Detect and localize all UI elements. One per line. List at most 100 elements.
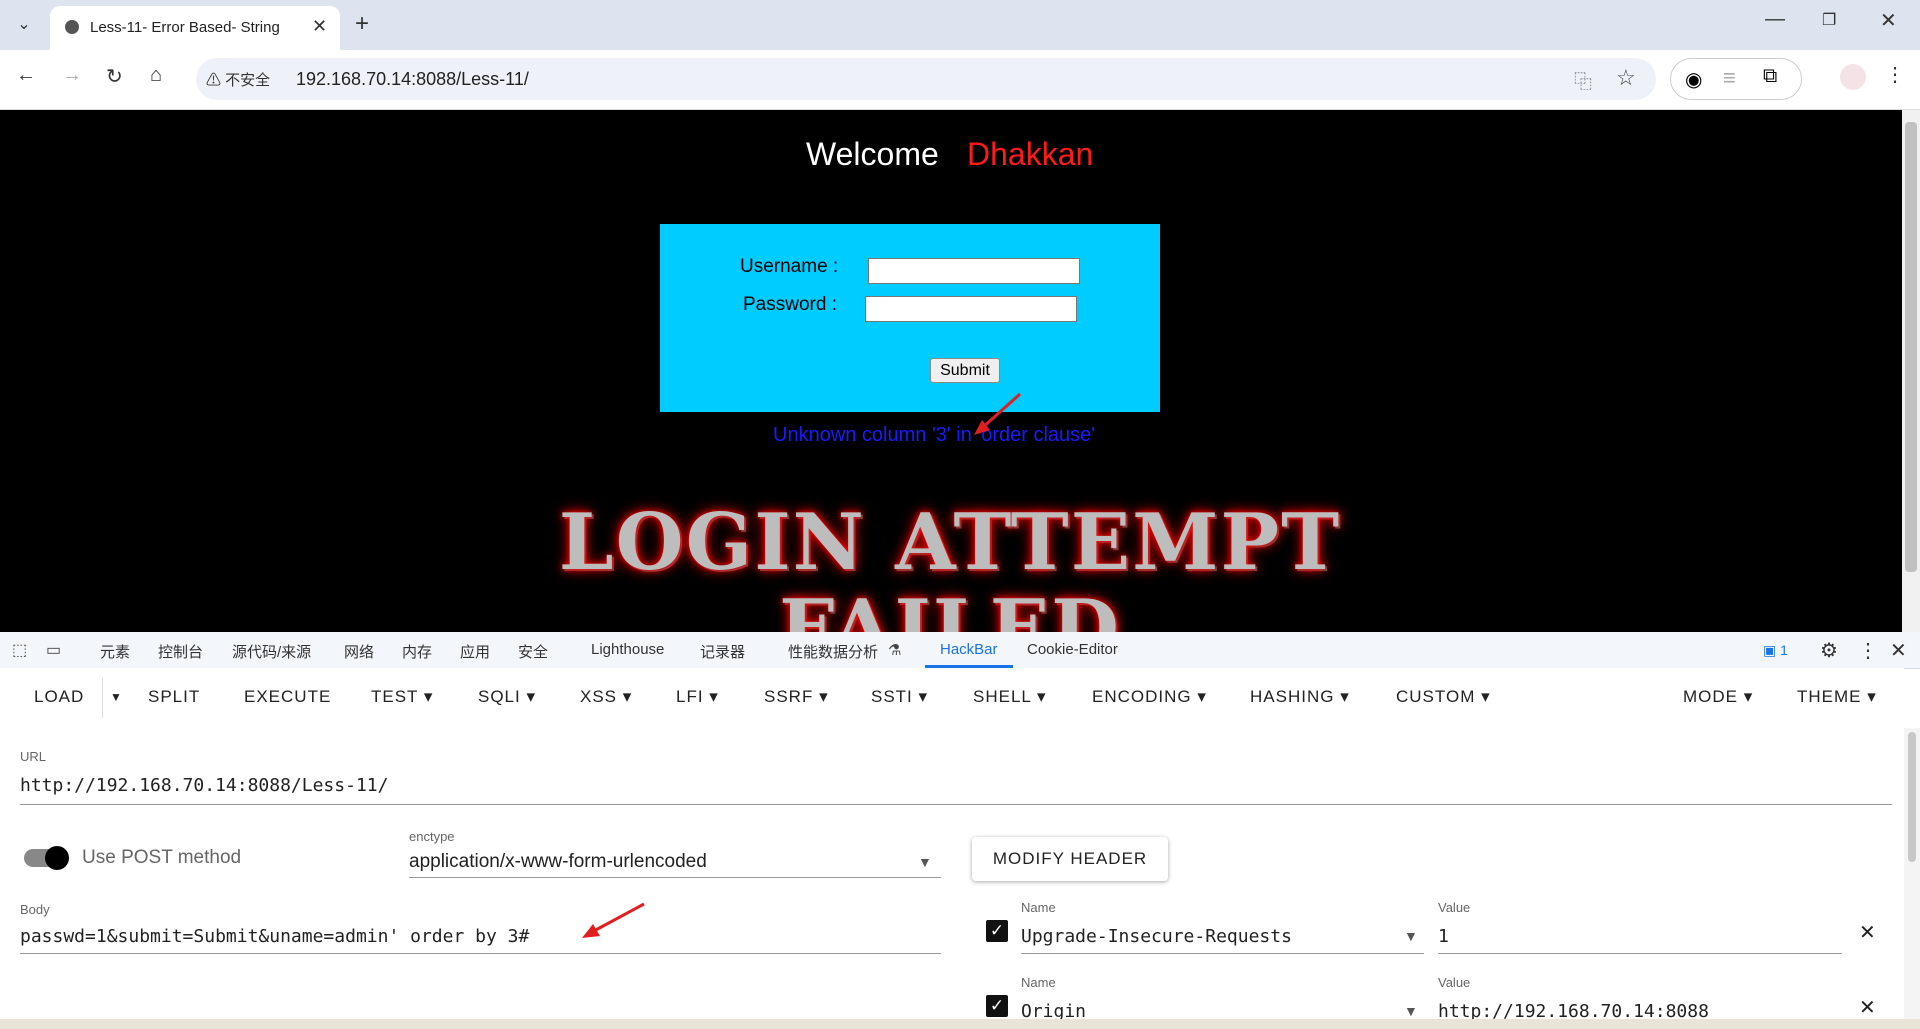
ssti-label: SSTI [871, 687, 913, 706]
forward-icon[interactable]: → [62, 64, 82, 87]
sqli-menu[interactable]: SQLI ▾ [478, 687, 536, 707]
navigation-bar: ← → ↻ ⌂ ⚠ 不安全 192.168.70.14:8088/Less-11… [0, 50, 1920, 110]
menu-lines-icon[interactable]: ≡ [1723, 65, 1736, 91]
tab-sources[interactable]: 源代码/来源 [232, 641, 311, 662]
tab-network[interactable]: 网络 [344, 641, 374, 662]
xss-menu[interactable]: XSS ▾ [580, 687, 632, 707]
message-count: 1 [1780, 642, 1788, 658]
lfi-menu[interactable]: LFI ▾ [676, 687, 719, 707]
security-label: 不安全 [225, 72, 271, 89]
header-name-underline [1021, 953, 1424, 954]
reload-icon[interactable]: ↻ [106, 64, 123, 89]
modify-header-button[interactable]: MODIFY HEADER [972, 837, 1168, 881]
tab-title: Less-11- Error Based- String [90, 19, 280, 36]
inspect-element-icon[interactable]: ⬚ [12, 640, 27, 660]
tab-lighthouse[interactable]: Lighthouse [591, 641, 664, 658]
more-options-icon[interactable]: ⋮ [1858, 638, 1878, 663]
tab-memory[interactable]: 内存 [402, 641, 432, 662]
hackbar-url-input[interactable]: http://192.168.70.14:8088/Less-11/ [20, 775, 388, 796]
restore-icon[interactable]: ❐ [1822, 10, 1836, 30]
header-checkbox[interactable]: ✓ [986, 995, 1008, 1017]
translate-icon[interactable]: ⿻ [1574, 68, 1592, 94]
header-value-input[interactable]: 1 [1438, 926, 1449, 947]
browser-menu-icon[interactable]: ⋮ [1885, 62, 1905, 87]
header-name-input[interactable]: Upgrade-Insecure-Requests [1021, 926, 1292, 947]
url-text[interactable]: 192.168.70.14:8088/Less-11/ [296, 69, 529, 90]
login-failed-banner: LOGIN ATTEMPT FAILED [440, 497, 1460, 633]
taskbar-strip [0, 1019, 1920, 1029]
load-button[interactable]: LOAD [34, 687, 84, 707]
device-toolbar-icon[interactable]: ▭ [46, 640, 61, 660]
puzzle-icon[interactable]: ⧉ [1763, 65, 1777, 88]
tab-application[interactable]: 应用 [460, 641, 490, 662]
home-icon[interactable]: ⌂ [150, 64, 162, 87]
lfi-label: LFI [676, 687, 704, 706]
test-menu[interactable]: TEST ▾ [371, 687, 433, 707]
custom-label: CUSTOM [1396, 687, 1476, 706]
tab-cookie-editor[interactable]: Cookie-Editor [1027, 641, 1118, 658]
remove-header-icon[interactable]: ✕ [1859, 995, 1876, 1020]
custom-menu[interactable]: CUSTOM ▾ [1396, 687, 1491, 707]
header-checkbox[interactable]: ✓ [986, 920, 1008, 942]
header-name-dropdown-icon[interactable]: ▼ [1404, 928, 1418, 944]
devtools-panel: ⬚ ▭ 元素 控制台 源代码/来源 网络 内存 应用 安全 Lighthouse… [0, 632, 1920, 1029]
window-close-icon[interactable]: ✕ [1880, 8, 1897, 33]
tab-close-icon[interactable]: ✕ [312, 16, 327, 37]
globe-icon [65, 20, 79, 34]
split-button[interactable]: SPLIT [148, 687, 200, 707]
submit-button[interactable]: Submit [930, 358, 1000, 383]
banner-line1: LOGIN ATTEMPT [558, 497, 1342, 588]
browser-tab[interactable]: Less-11- Error Based- String ✕ [50, 6, 340, 50]
tab-recorder[interactable]: 记录器 [700, 641, 745, 662]
address-bar[interactable]: ⚠ 不安全 192.168.70.14:8088/Less-11/ ⿻ ☆ [196, 58, 1656, 100]
record-icon[interactable]: ◉ [1685, 67, 1702, 92]
enctype-dropdown-icon[interactable]: ▼ [918, 854, 932, 870]
ssti-menu[interactable]: SSTI ▾ [871, 687, 928, 707]
flask-icon: ⚗ [888, 642, 902, 659]
enctype-select[interactable]: application/x-www-form-urlencoded [409, 851, 707, 873]
enctype-label: enctype [409, 829, 455, 844]
tab-hackbar[interactable]: HackBar [940, 641, 998, 658]
back-icon[interactable]: ← [16, 64, 36, 87]
dhakkan-text: Dhakkan [967, 136, 1094, 172]
tab-elements[interactable]: 元素 [100, 641, 130, 662]
mode-menu[interactable]: MODE ▾ [1683, 687, 1753, 707]
remove-header-icon[interactable]: ✕ [1859, 920, 1876, 945]
tab-search-chevron-icon[interactable]: ⌄ [8, 10, 40, 38]
security-warning[interactable]: ⚠ 不安全 [206, 69, 270, 90]
header-value-label: Value [1438, 975, 1471, 990]
load-dropdown-icon[interactable]: ▼ [110, 690, 123, 704]
tab-performance[interactable]: 性能数据分析 [788, 641, 878, 662]
tab-console[interactable]: 控制台 [158, 641, 203, 662]
header-name-dropdown-icon[interactable]: ▼ [1404, 1003, 1418, 1019]
username-input[interactable] [868, 258, 1080, 284]
shell-menu[interactable]: SHELL ▾ [973, 687, 1047, 707]
banner-line2: FAILED [779, 583, 1121, 633]
theme-menu[interactable]: THEME ▾ [1797, 687, 1877, 707]
page-scrollbar-thumb[interactable] [1905, 122, 1917, 572]
password-input[interactable] [865, 296, 1077, 322]
hackbar-toolbar: LOAD ▼ SPLIT EXECUTE TEST ▾ SQLI ▾ XSS ▾… [0, 668, 1904, 728]
execute-button[interactable]: EXECUTE [244, 687, 331, 707]
settings-gear-icon[interactable]: ⚙ [1820, 638, 1838, 663]
hashing-menu[interactable]: HASHING ▾ [1250, 687, 1350, 707]
post-method-label: Use POST method [82, 847, 242, 868]
post-toggle-switch[interactable] [45, 846, 69, 870]
login-form: Username : Password : Submit [660, 224, 1160, 412]
tab-security[interactable]: 安全 [518, 641, 548, 662]
encoding-menu[interactable]: ENCODING ▾ [1092, 687, 1207, 707]
header-value-underline [1438, 953, 1842, 954]
ssrf-label: SSRF [764, 687, 814, 706]
body-input[interactable]: passwd=1&submit=Submit&uname=admin' orde… [20, 926, 529, 947]
bookmark-star-icon[interactable]: ☆ [1616, 65, 1636, 91]
error-message: Unknown column '3' in 'order clause' [773, 424, 1096, 446]
devtools-close-icon[interactable]: ✕ [1890, 638, 1907, 663]
header-value-label: Value [1438, 900, 1471, 915]
message-count-badge[interactable]: ▣ 1 [1763, 642, 1788, 659]
devtools-scrollbar-thumb[interactable] [1908, 732, 1916, 862]
avatar[interactable] [1840, 64, 1866, 90]
body-field-label: Body [20, 902, 50, 917]
minimize-icon[interactable]: — [1765, 8, 1785, 31]
new-tab-icon[interactable]: + [355, 10, 369, 38]
ssrf-menu[interactable]: SSRF ▾ [764, 687, 829, 707]
